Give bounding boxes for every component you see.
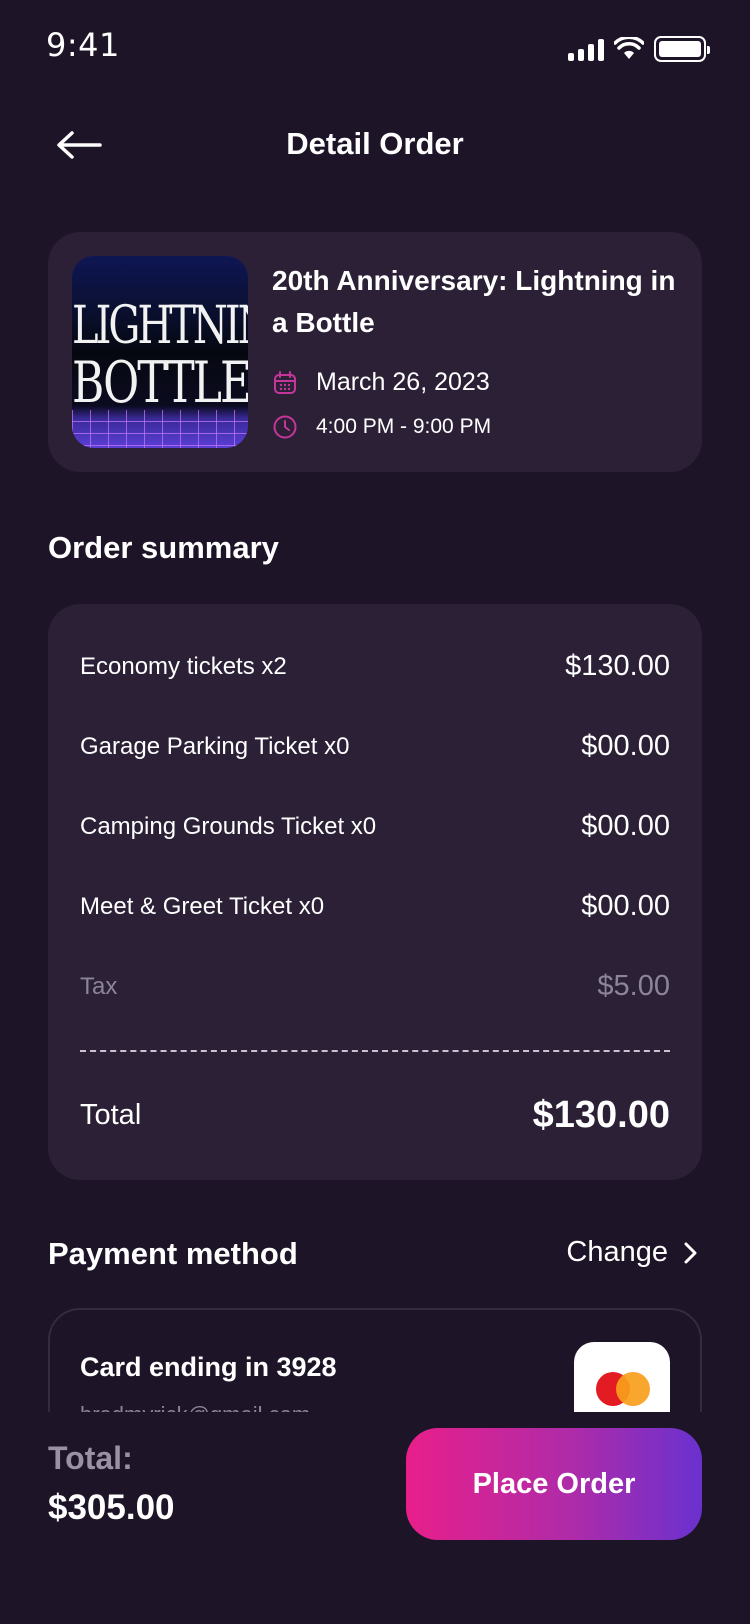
card-label: Card ending in 3928 (80, 1352, 337, 1382)
status-time: 9:41 (46, 26, 120, 64)
footer-total-label: Total: (48, 1440, 133, 1476)
summary-row: Meet & Greet Ticket x0 $00.00 (80, 890, 670, 923)
summary-item-amount: $00.00 (581, 890, 670, 922)
order-summary-title: Order summary (48, 530, 279, 565)
status-icons (568, 36, 710, 62)
page-title: Detail Order (286, 126, 464, 161)
event-image: LIGHTNING BOTTLE (72, 256, 248, 448)
clock-icon (272, 414, 298, 440)
summary-row: Economy tickets x2 $130.00 (80, 650, 670, 683)
summary-item-label: Economy tickets x2 (80, 652, 287, 680)
order-summary-card: Economy tickets x2 $130.00 Garage Parkin… (48, 604, 702, 1180)
status-bar: 9:41 (0, 0, 750, 90)
battery-icon (654, 36, 710, 62)
cellular-signal-icon (568, 37, 604, 61)
summary-item-amount: $00.00 (581, 810, 670, 842)
event-date-row: March 26, 2023 (272, 368, 490, 397)
tax-row: Tax $5.00 (80, 970, 670, 1003)
summary-item-label: Meet & Greet Ticket x0 (80, 892, 325, 920)
event-time-row: 4:00 PM - 9:00 PM (272, 414, 491, 440)
change-payment-button[interactable]: Change (566, 1236, 698, 1269)
event-title: 20th Anniversary: Lightning in a Bottle (272, 265, 676, 338)
calendar-icon (272, 370, 298, 396)
change-label: Change (566, 1236, 668, 1268)
total-label: Total (80, 1099, 142, 1131)
summary-item-amount: $00.00 (581, 730, 670, 762)
event-time: 4:00 PM - 9:00 PM (316, 415, 492, 438)
tax-amount: $5.00 (597, 970, 670, 1002)
payment-method-title: Payment method (48, 1236, 298, 1271)
summary-item-label: Camping Grounds Ticket x0 (80, 812, 377, 840)
event-date: March 26, 2023 (316, 368, 490, 396)
summary-row: Garage Parking Ticket x0 $00.00 (80, 730, 670, 763)
wifi-icon (614, 37, 644, 59)
event-card[interactable]: LIGHTNING BOTTLE 20th Anniversary: Light… (48, 232, 702, 472)
total-amount: $130.00 (532, 1094, 670, 1136)
footer-total-value: $305.00 (48, 1488, 175, 1527)
summary-item-label: Garage Parking Ticket x0 (80, 732, 350, 760)
summary-item-amount: $130.00 (565, 650, 670, 682)
summary-row: Camping Grounds Ticket x0 $00.00 (80, 810, 670, 843)
dashed-divider (80, 1050, 670, 1052)
tax-label: Tax (80, 972, 118, 1000)
event-image-logo: LIGHTNING BOTTLE (72, 296, 248, 417)
total-row: Total $130.00 (80, 1094, 670, 1137)
bottom-bar: Total: $305.00 Place Order (0, 1412, 750, 1624)
place-order-button[interactable]: Place Order (406, 1428, 702, 1540)
chevron-right-icon (684, 1242, 697, 1263)
